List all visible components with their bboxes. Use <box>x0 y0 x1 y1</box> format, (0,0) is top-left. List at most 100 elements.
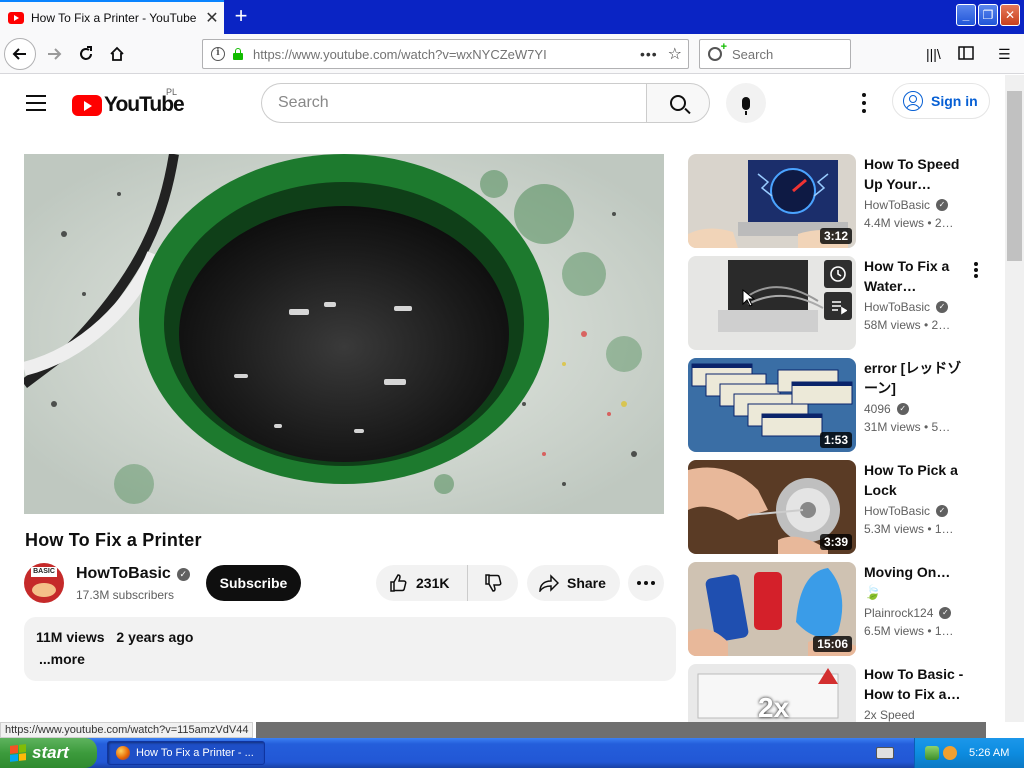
close-tab-icon[interactable]: ✕ <box>200 8 224 28</box>
start-label: start <box>32 743 69 762</box>
duration-badge: 3:39 <box>819 534 852 550</box>
verified-icon: ✓ <box>896 403 909 415</box>
url-bar[interactable]: i https://www.youtube.com/watch?v=wxNYCZ… <box>202 39 689 69</box>
recommendation-item[interactable]: 3:12 How To Speed Up Your… HowToBasic ✓ … <box>688 154 988 250</box>
youtube-header: YouTube PL Search Sign in <box>0 75 1005 131</box>
windows-flag-icon <box>10 744 26 762</box>
thumbs-down-icon <box>485 574 502 592</box>
leaf-icon: 🍃 <box>864 584 882 600</box>
search-input[interactable]: Search <box>261 83 647 123</box>
speed-overlay: 2x <box>758 692 790 722</box>
sign-in-label: Sign in <box>931 93 978 109</box>
like-count: 231K <box>416 575 450 591</box>
verified-icon: ✓ <box>936 199 949 211</box>
browser-tab[interactable]: How To Fix a Printer - YouTube ✕ <box>0 0 224 34</box>
channel-name[interactable]: HowToBasic ✓ <box>76 565 190 583</box>
home-button[interactable] <box>101 38 133 70</box>
url-text[interactable]: https://www.youtube.com/watch?v=wxNYCZeW… <box>253 47 640 62</box>
keyboard-icon[interactable] <box>876 747 894 759</box>
start-button[interactable]: start <box>0 738 97 768</box>
home-icon <box>110 46 124 61</box>
description-box[interactable]: 11M views 2 years ago ...more <box>24 617 676 681</box>
youtube-favicon-icon <box>8 12 24 24</box>
recommendation-item[interactable]: 2x How To Basic - How to Fix a… 2x Speed <box>688 664 988 722</box>
tab-strip: How To Fix a Printer - YouTube ✕ + _ ❐ ✕ <box>0 0 1024 34</box>
bookmark-star-icon[interactable]: ☆ <box>668 44 682 64</box>
back-button[interactable] <box>4 38 36 70</box>
thumbnail[interactable]: 3:12 <box>688 154 856 248</box>
recommendation-views: 4.4M views • 2… <box>864 216 954 230</box>
recommendation-title[interactable]: How To Fix a Water… <box>864 256 964 296</box>
reload-button[interactable] <box>70 38 102 70</box>
recommendation-item[interactable]: How To Fix a Water… HowToBasic ✓ 58M vie… <box>688 256 988 352</box>
minimize-button[interactable]: _ <box>956 4 976 26</box>
vertical-scrollbar[interactable] <box>1005 75 1024 722</box>
reload-icon <box>80 46 92 60</box>
account-icon <box>903 91 923 111</box>
voice-search-button[interactable] <box>726 83 766 123</box>
recommendation-title[interactable]: Moving On… 🍃 <box>864 562 964 602</box>
upload-age: 2 years ago <box>116 629 194 645</box>
share-label: Share <box>567 575 606 591</box>
lock-icon[interactable] <box>233 48 243 60</box>
menu-icon[interactable]: ☰ <box>998 46 1011 63</box>
recommendation-title[interactable]: error [レッドゾーン] <box>864 358 964 398</box>
sidebar-toggle-icon[interactable] <box>958 46 974 63</box>
subscriber-count: 17.3M subscribers <box>76 588 175 602</box>
dislike-button[interactable] <box>468 573 518 593</box>
thumbnail[interactable]: 3:39 <box>688 460 856 554</box>
like-button[interactable]: 231K <box>376 565 468 601</box>
horizontal-scrollbar[interactable] <box>256 722 986 738</box>
guide-menu-icon[interactable] <box>26 95 46 116</box>
recommendation-item[interactable]: 3:39 How To Pick a Lock HowToBasic ✓ 5.3… <box>688 460 988 556</box>
recommendation-title[interactable]: How To Basic - How to Fix a… <box>864 664 964 704</box>
recommendation-menu-icon[interactable] <box>974 262 978 278</box>
thumbs-up-icon <box>390 574 407 592</box>
page-actions-icon[interactable]: ••• <box>640 46 658 62</box>
thumbnail[interactable] <box>688 256 856 350</box>
new-tab-button[interactable]: + <box>226 2 256 32</box>
verified-icon: ✓ <box>936 301 949 313</box>
subscribe-button[interactable]: Subscribe <box>206 565 301 601</box>
recommendation-views: 58M views • 2… <box>864 318 951 332</box>
recommendation-views: 5.3M views • 1… <box>864 522 954 536</box>
recommendation-views: 6.5M views • 1… <box>864 624 954 638</box>
youtube-play-icon <box>72 94 102 116</box>
recommendation-channel: HowToBasic ✓ <box>864 198 949 212</box>
recommendation-title[interactable]: How To Speed Up Your… <box>864 154 964 194</box>
network-icon[interactable] <box>925 746 939 760</box>
search-icon <box>708 41 727 61</box>
recommendation-item[interactable]: 1:53 error [レッドゾーン] 4096 ✓ 31M views • 5… <box>688 358 988 454</box>
forward-button[interactable] <box>38 38 70 70</box>
video-meta: 11M views 2 years ago <box>36 629 664 645</box>
browser-search-placeholder: Search <box>732 46 774 62</box>
info-icon[interactable]: i <box>211 47 225 61</box>
recommendation-title[interactable]: How To Pick a Lock <box>864 460 964 500</box>
watch-later-icon[interactable] <box>824 260 852 288</box>
show-more-link[interactable]: ...more <box>39 651 664 667</box>
search-button[interactable] <box>646 83 710 123</box>
status-link-preview: https://www.youtube.com/watch?v=115amzVd… <box>0 722 254 738</box>
share-button[interactable]: Share <box>527 565 620 601</box>
close-window-button[interactable]: ✕ <box>1000 4 1020 26</box>
youtube-logo[interactable]: YouTube PL <box>72 87 185 117</box>
channel-avatar[interactable]: BASIC <box>24 563 64 603</box>
more-actions-button[interactable] <box>628 565 664 601</box>
add-to-queue-icon[interactable] <box>824 292 852 320</box>
share-icon <box>539 574 559 592</box>
video-title: How To Fix a Printer <box>25 530 202 550</box>
search-tray-icon[interactable] <box>943 746 957 760</box>
browser-search-bar[interactable]: Search <box>699 39 851 69</box>
maximize-button[interactable]: ❐ <box>978 4 998 26</box>
settings-menu-icon[interactable] <box>858 93 870 113</box>
channel-name-text[interactable]: HowToBasic <box>76 565 171 583</box>
thumbnail[interactable]: 2x <box>688 664 856 722</box>
thumbnail[interactable]: 15:06 <box>688 562 856 656</box>
taskbar-firefox-item[interactable]: How To Fix a Printer - ... <box>107 741 265 765</box>
sign-in-button[interactable]: Sign in <box>892 83 990 119</box>
thumbnail[interactable]: 1:53 <box>688 358 856 452</box>
video-player[interactable] <box>24 154 664 514</box>
library-icon[interactable]: |||\ <box>926 46 941 62</box>
microphone-icon <box>742 96 750 115</box>
recommendation-item[interactable]: 15:06 Moving On… 🍃 Plainrock124 ✓ 6.5M v… <box>688 562 988 658</box>
